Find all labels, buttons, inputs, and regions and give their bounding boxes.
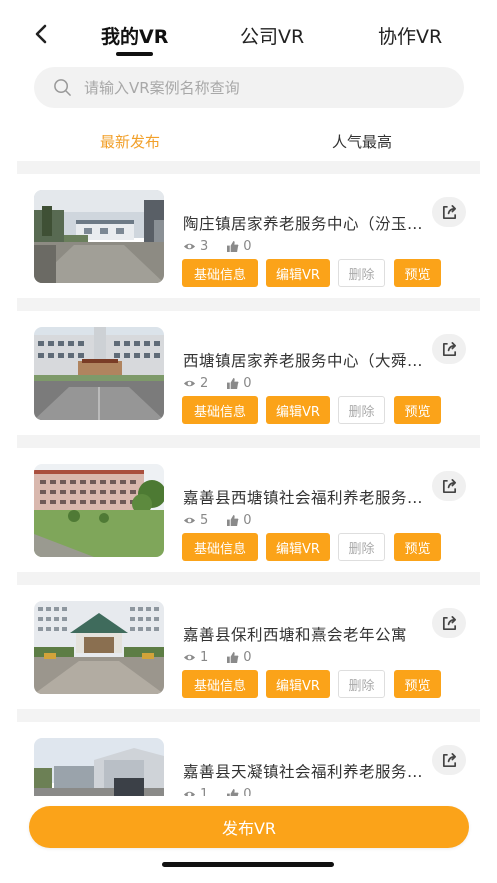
share-button[interactable] [432,471,466,501]
vr-item-title: 嘉善县保利西塘和熹会老年公寓 [183,626,408,644]
vr-item-title: 嘉善县天凝镇社会福利养老服务中心 [183,763,438,781]
thumbs-up-icon [227,240,239,252]
list-divider [17,709,480,722]
edit-vr-button[interactable]: 编辑VR [266,259,330,287]
preview-button[interactable]: 预览 [394,533,441,561]
vr-item-stats: 1 0 [183,785,270,796]
vr-item-title: 陶庄镇居家养老服务中心（汾玉村） [183,215,438,233]
thumbs-up-icon [227,788,239,796]
view-count: 1 [200,786,209,797]
view-count: 1 [200,649,209,665]
view-count: 2 [200,375,209,391]
list-divider [17,298,480,311]
like-count: 0 [243,512,252,528]
delete-button[interactable]: 删除 [338,259,385,287]
preview-button[interactable]: 预览 [394,396,441,424]
thumbs-up-icon [227,651,239,663]
share-button[interactable] [432,197,466,227]
list-divider [17,572,480,585]
active-tab-indicator [116,52,153,56]
vr-item-card[interactable]: 西塘镇居家养老服务中心（大舜村） 2 0 基础信息 编辑VR 删除 预览 [17,311,480,435]
delete-button[interactable]: 删除 [338,396,385,424]
info-button[interactable]: 基础信息 [182,533,258,561]
search-icon [54,79,71,96]
tab-my-vr[interactable]: 我的VR [101,22,168,49]
vr-item-stats: 5 0 [183,511,270,529]
info-button[interactable]: 基础信息 [182,259,258,287]
search-bar[interactable] [34,67,464,108]
share-icon [442,752,456,767]
vr-list-page: 我的VR 公司VR 协作VR 最新发布 人气最高 [0,0,497,883]
vr-item-card[interactable]: 嘉善县西塘镇社会福利养老服务中心 5 0 基础信息 编辑VR 删除 预览 [17,448,480,572]
edit-vr-button[interactable]: 编辑VR [266,533,330,561]
vr-thumbnail[interactable] [34,327,164,420]
info-button[interactable]: 基础信息 [182,670,258,698]
eye-icon [183,654,196,660]
sort-tab-popular[interactable]: 人气最高 [332,131,392,152]
thumbs-up-icon [227,377,239,389]
share-icon [442,341,456,356]
vr-thumbnail[interactable] [34,738,164,796]
vr-item-card[interactable]: 嘉善县保利西塘和熹会老年公寓 1 0 基础信息 编辑VR 删除 预览 [17,585,480,709]
chevron-left-icon [35,24,47,44]
share-icon [442,478,456,493]
vr-list: 陶庄镇居家养老服务中心（汾玉村） 3 0 基础信息 编辑VR 删除 预览 西塘镇… [17,161,480,796]
share-icon [442,615,456,630]
share-button[interactable] [432,745,466,775]
list-divider [17,161,480,174]
preview-button[interactable]: 预览 [394,670,441,698]
vr-item-card[interactable]: 嘉善县天凝镇社会福利养老服务中心 1 0 基础信息 编辑VR 删除 预览 [17,722,480,796]
info-button[interactable]: 基础信息 [182,396,258,424]
view-count: 5 [200,512,209,528]
vr-item-stats: 2 0 [183,374,270,392]
vr-thumbnail[interactable] [34,464,164,557]
eye-icon [183,791,196,796]
eye-icon [183,380,196,386]
share-button[interactable] [432,608,466,638]
eye-icon [183,243,196,249]
like-count: 0 [243,238,252,254]
vr-thumbnail[interactable] [34,601,164,694]
view-count: 3 [200,238,209,254]
tab-collab-vr[interactable]: 协作VR [378,22,442,49]
vr-thumbnail[interactable] [34,190,164,283]
list-divider [17,435,480,448]
thumbs-up-icon [227,514,239,526]
edit-vr-button[interactable]: 编辑VR [266,396,330,424]
delete-button[interactable]: 删除 [338,670,385,698]
preview-button[interactable]: 预览 [394,259,441,287]
vr-item-title: 西塘镇居家养老服务中心（大舜村） [183,352,438,370]
share-button[interactable] [432,334,466,364]
vr-item-title: 嘉善县西塘镇社会福利养老服务中心 [183,489,438,507]
vr-item-card[interactable]: 陶庄镇居家养老服务中心（汾玉村） 3 0 基础信息 编辑VR 删除 预览 [17,174,480,298]
like-count: 0 [243,786,252,797]
back-button[interactable] [30,20,52,48]
like-count: 0 [243,375,252,391]
tab-company-vr[interactable]: 公司VR [240,22,304,49]
home-indicator [162,862,334,867]
vr-item-stats: 1 0 [183,648,270,666]
eye-icon [183,517,196,523]
vr-item-stats: 3 0 [183,237,270,255]
share-icon [442,204,456,219]
search-input[interactable] [84,67,444,108]
sort-tab-latest[interactable]: 最新发布 [100,131,160,152]
top-nav: 我的VR 公司VR 协作VR [0,0,497,62]
edit-vr-button[interactable]: 编辑VR [266,670,330,698]
like-count: 0 [243,649,252,665]
publish-vr-button[interactable]: 发布VR [29,806,469,848]
delete-button[interactable]: 删除 [338,533,385,561]
